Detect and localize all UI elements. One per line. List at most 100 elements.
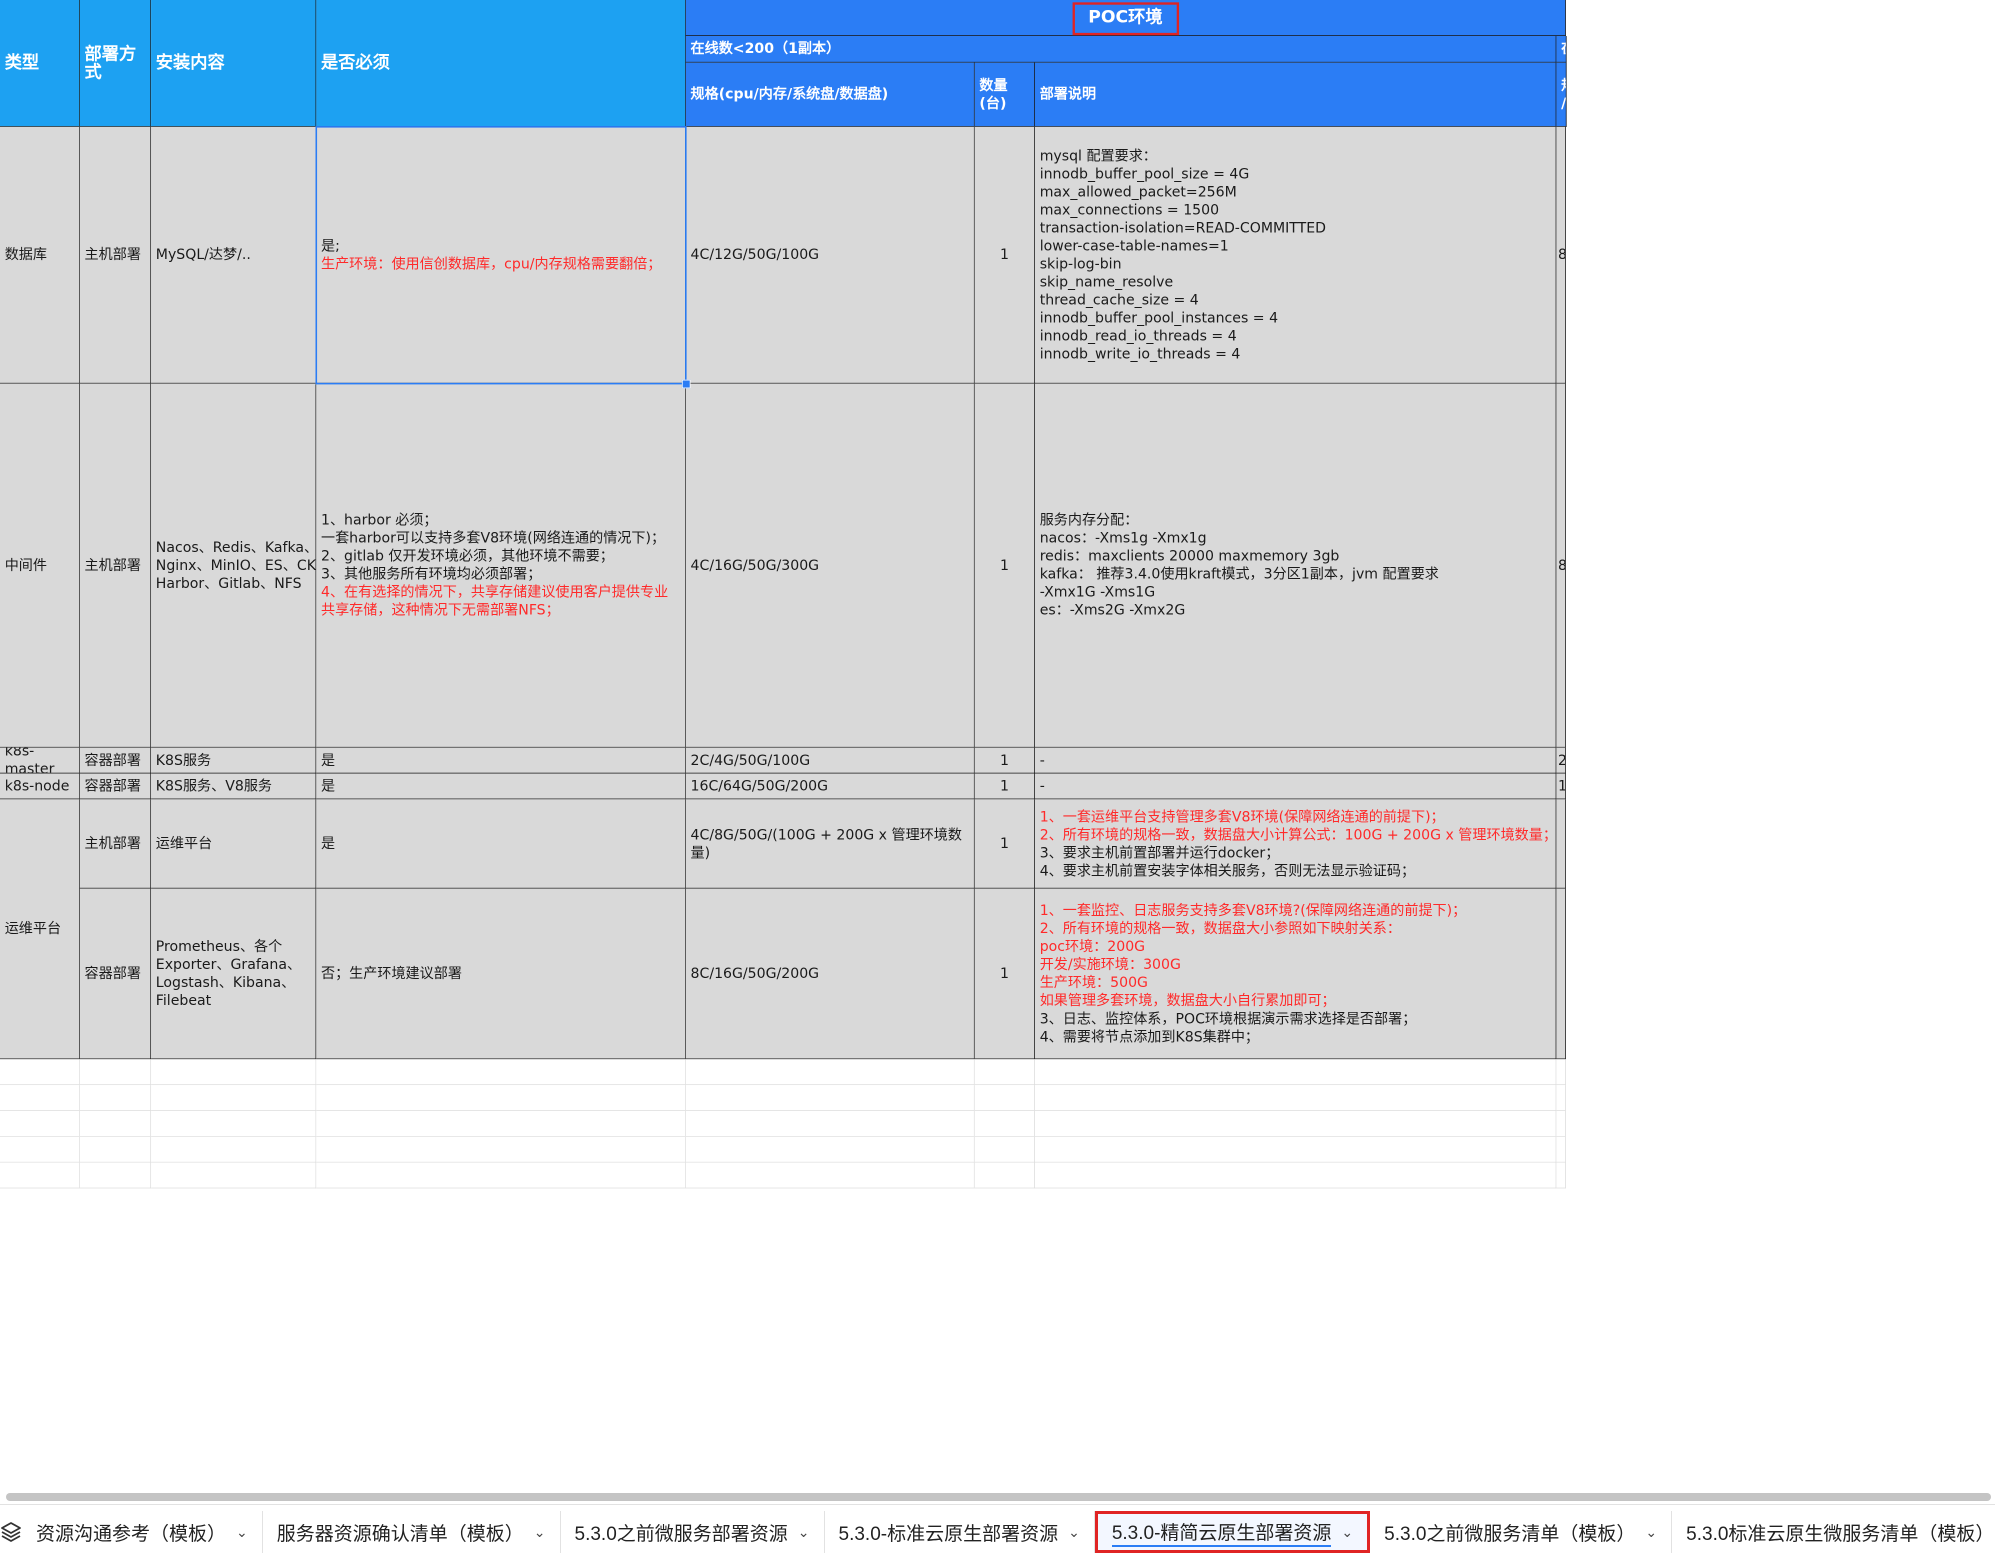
header-next-group-stub[interactable]: 在: [1556, 36, 1567, 63]
cell-spec[interactable]: 4C/8G/50G/(100G + 200G x 管理环境数量): [685, 799, 975, 889]
empty-cell[interactable]: [1034, 1136, 1557, 1163]
fill-handle[interactable]: [681, 379, 691, 389]
empty-cell[interactable]: [974, 1059, 1035, 1086]
empty-cell[interactable]: [1556, 1162, 1566, 1189]
empty-cell[interactable]: [1034, 1110, 1557, 1137]
empty-cell[interactable]: [685, 1110, 975, 1137]
header-required[interactable]: 是否必须: [316, 0, 686, 127]
empty-cell[interactable]: [0, 1059, 80, 1086]
cell-install-content[interactable]: Prometheus、各个 Exporter、Grafana、 Logstash、K…: [151, 888, 317, 1060]
cell-quantity[interactable]: 1: [974, 126, 1035, 384]
cell-quantity[interactable]: 1: [974, 747, 1035, 774]
header-quantity[interactable]: 数量(台): [974, 62, 1035, 127]
empty-cell[interactable]: [0, 1110, 80, 1137]
header-type[interactable]: 类型: [0, 0, 80, 127]
sheet-tab[interactable]: 5.3.0之前微服务部署资源 ⌄: [561, 1511, 825, 1553]
sheet-tab[interactable]: 资源沟通参考（模板） ⌄: [22, 1511, 263, 1553]
cell-deploy-notes[interactable]: 1、一套监控、日志服务支持多套V8环境?(保障网络连通的前提下)； 2、所有环境的…: [1034, 888, 1557, 1060]
empty-cell[interactable]: [79, 1059, 152, 1086]
empty-cell[interactable]: [316, 1085, 686, 1111]
cell-deploy-mode[interactable]: 容器部署: [79, 747, 152, 774]
empty-cell[interactable]: [1034, 1085, 1557, 1111]
cell-next-stub[interactable]: 8: [1556, 383, 1566, 748]
header-spec[interactable]: 规格(cpu/内存/系统盘/数据盘): [685, 62, 975, 127]
cell-install-content[interactable]: Nacos、Redis、Kafka、 Nginx、MinIO、ES、CK Harbo…: [151, 383, 317, 748]
empty-cell[interactable]: [0, 1162, 80, 1189]
cell-required[interactable]: 是: [316, 747, 686, 774]
cell-type[interactable]: k8s-node: [0, 773, 80, 800]
empty-cell[interactable]: [316, 1136, 686, 1163]
header-deploy-notes[interactable]: 部署说明: [1034, 62, 1557, 127]
cell-deploy-mode[interactable]: 主机部署: [79, 799, 152, 889]
empty-cell[interactable]: [151, 1085, 317, 1111]
horizontal-scrollbar[interactable]: [0, 1490, 1995, 1504]
cell-next-stub[interactable]: 8: [1556, 126, 1566, 384]
empty-cell[interactable]: [151, 1136, 317, 1163]
empty-cell[interactable]: [79, 1110, 152, 1137]
header-online-group[interactable]: 在线数<200（1副本）: [685, 36, 1557, 63]
cell-type[interactable]: 运维平台: [0, 799, 80, 1060]
empty-cell[interactable]: [0, 1085, 80, 1111]
cell-deploy-mode[interactable]: 主机部署: [79, 383, 152, 748]
empty-cell[interactable]: [151, 1059, 317, 1086]
empty-cell[interactable]: [1556, 1085, 1566, 1111]
cell-deploy-notes[interactable]: mysql 配置要求： innodb_buffer_pool_size = 4G m…: [1034, 126, 1557, 384]
cell-spec[interactable]: 4C/16G/50G/300G: [685, 383, 975, 748]
empty-cell[interactable]: [316, 1059, 686, 1086]
cell-type[interactable]: k8s-master: [0, 747, 80, 774]
scrollbar-thumb[interactable]: [6, 1493, 1991, 1501]
chevron-down-icon[interactable]: ⌄: [1068, 1524, 1080, 1541]
cell-required[interactable]: 是; 生产环境：使用信创数据库，cpu/内存规格需要翻倍；: [316, 126, 686, 384]
cell-quantity[interactable]: 1: [974, 383, 1035, 748]
spreadsheet-grid[interactable]: 类型部署方式安装内容是否必须POC环境在线数<200（1副本）在规格(cpu/内…: [0, 0, 1995, 1490]
empty-cell[interactable]: [1034, 1162, 1557, 1189]
empty-cell[interactable]: [79, 1136, 152, 1163]
cell-next-stub[interactable]: 2: [1556, 747, 1566, 774]
cell-required[interactable]: 否；生产环境建议部署: [316, 888, 686, 1060]
layers-icon[interactable]: [0, 1505, 22, 1559]
empty-cell[interactable]: [685, 1136, 975, 1163]
chevron-down-icon[interactable]: ⌄: [1645, 1524, 1657, 1541]
empty-cell[interactable]: [685, 1085, 975, 1111]
cell-spec[interactable]: 4C/12G/50G/100G: [685, 126, 975, 384]
sheet-tab[interactable]: 5.3.0标准云原生微服务清单（模板）⌄: [1672, 1511, 1995, 1553]
empty-cell[interactable]: [685, 1162, 975, 1189]
cell-spec[interactable]: 16C/64G/50G/200G: [685, 773, 975, 800]
cell-next-stub[interactable]: [1556, 799, 1566, 889]
empty-cell[interactable]: [974, 1162, 1035, 1189]
sheet-tab[interactable]: 5.3.0-标准云原生部署资源 ⌄: [825, 1511, 1095, 1553]
header-deploy-mode[interactable]: 部署方式: [79, 0, 152, 127]
cell-deploy-notes[interactable]: 服务内存分配： nacos：-Xms1g -Xmx1g redis：maxcli…: [1034, 383, 1557, 748]
sheet-tab[interactable]: 5.3.0之前微服务清单（模板） ⌄: [1370, 1511, 1673, 1553]
cell-deploy-notes[interactable]: 1、一套运维平台支持管理多套V8环境(保障网络连通的前提下)； 2、所有环境的规格…: [1034, 799, 1557, 889]
empty-cell[interactable]: [1556, 1110, 1566, 1137]
cell-required[interactable]: 是: [316, 799, 686, 889]
sheet-tab[interactable]: 服务器资源确认清单（模板） ⌄: [263, 1511, 561, 1553]
empty-cell[interactable]: [0, 1136, 80, 1163]
cell-install-content[interactable]: K8S服务: [151, 747, 317, 774]
cell-install-content[interactable]: MySQL/达梦/..: [151, 126, 317, 384]
empty-cell[interactable]: [1556, 1059, 1566, 1086]
cell-spec[interactable]: 2C/4G/50G/100G: [685, 747, 975, 774]
cell-quantity[interactable]: 1: [974, 799, 1035, 889]
sheet-tab[interactable]: 5.3.0-精简云原生部署资源 ⌄: [1094, 1511, 1371, 1553]
cell-deploy-mode[interactable]: 主机部署: [79, 126, 152, 384]
cell-quantity[interactable]: 1: [974, 888, 1035, 1060]
empty-cell[interactable]: [974, 1085, 1035, 1111]
empty-cell[interactable]: [151, 1162, 317, 1189]
chevron-down-icon[interactable]: ⌄: [798, 1524, 810, 1541]
cell-next-stub[interactable]: [1556, 888, 1566, 1060]
empty-cell[interactable]: [79, 1085, 152, 1111]
empty-cell[interactable]: [974, 1136, 1035, 1163]
empty-cell[interactable]: [1556, 1136, 1566, 1163]
cell-deploy-notes[interactable]: -: [1034, 747, 1557, 774]
cell-install-content[interactable]: K8S服务、V8服务: [151, 773, 317, 800]
header-next-spec-stub[interactable]: 规/: [1556, 62, 1567, 127]
cell-deploy-notes[interactable]: -: [1034, 773, 1557, 800]
empty-cell[interactable]: [974, 1110, 1035, 1137]
cell-type[interactable]: 中间件: [0, 383, 80, 748]
cell-install-content[interactable]: 运维平台: [151, 799, 317, 889]
cell-next-stub[interactable]: 1: [1556, 773, 1566, 800]
chevron-down-icon[interactable]: ⌄: [236, 1524, 248, 1541]
cell-spec[interactable]: 8C/16G/50G/200G: [685, 888, 975, 1060]
